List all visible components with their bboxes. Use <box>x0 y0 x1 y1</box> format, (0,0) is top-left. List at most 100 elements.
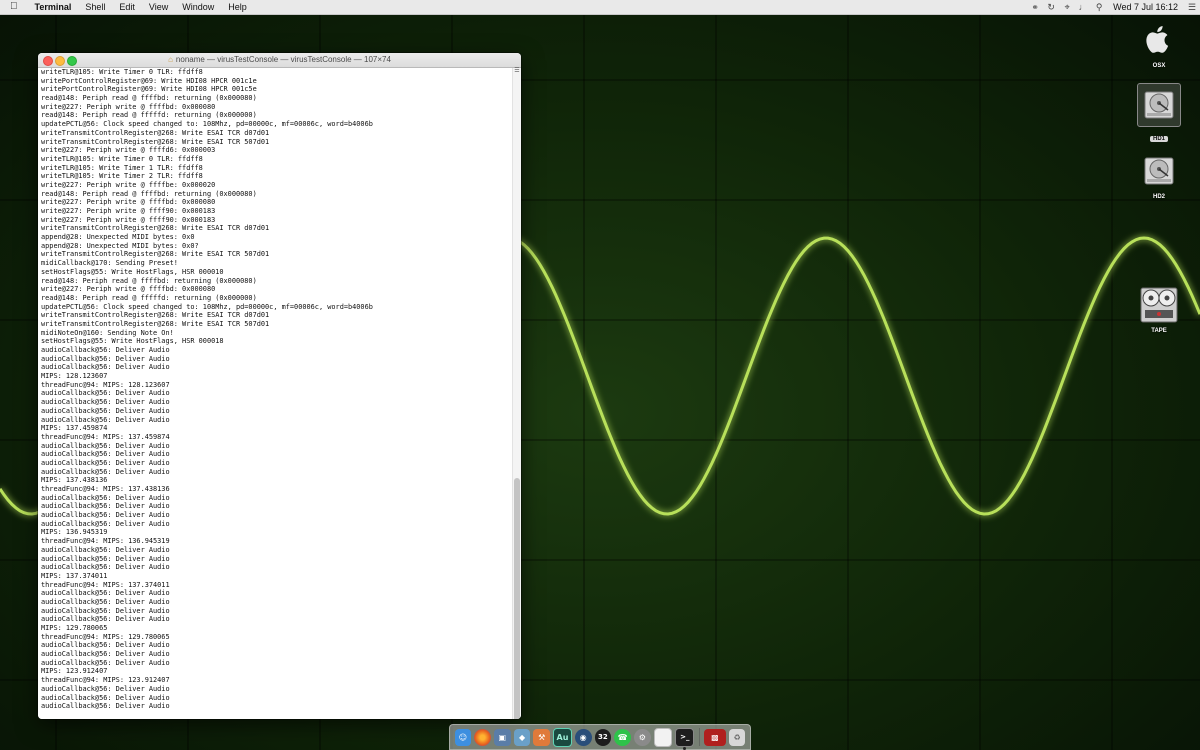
menu-edit[interactable]: Edit <box>112 0 142 14</box>
desktop-icon-label: HD2 <box>1152 194 1165 200</box>
window-title-bar[interactable]: ⌂ noname — virusTestConsole — virusTestCo… <box>38 53 521 68</box>
whatsapp-icon[interactable]: ☎ <box>614 728 631 746</box>
32-icon[interactable]: 32 <box>594 728 612 746</box>
trash-icon[interactable]: ♻ <box>728 728 746 746</box>
terminal-line: write@227: Periph write @ ffff90: 0x0001… <box>41 207 216 215</box>
volume-icon[interactable]: ♩ <box>1075 0 1091 14</box>
terminal-line: midiCallback@170: Sending Preset! <box>41 259 178 268</box>
terminal-window[interactable]: ⌂ noname — virusTestConsole — virusTestCo… <box>38 53 521 719</box>
terminal-line: writeTLR@105: Write Timer 0 TLR: ffdff8 <box>41 154 203 163</box>
menu-bar:  Terminal Shell Edit View Window Help ⚭… <box>0 0 1200 15</box>
terminal-line: MIPS: 129.780065 <box>41 624 108 632</box>
home-folder-icon: ⌂ <box>168 55 173 64</box>
terminal-line: audioCallback@56: Deliver Audio <box>41 354 170 363</box>
terminal-line: updatePCTL@56: Clock speed changed to: 1… <box>41 302 373 311</box>
finder-icon[interactable]: ☺ <box>454 728 472 746</box>
hard-disk-icon <box>1138 150 1180 192</box>
terminal-line: writeTransmitControlRegister@268: Write … <box>41 128 270 137</box>
terminal-line: write@227: Periph write @ ffffbd: 0x0000… <box>41 285 216 294</box>
scroll-up-icon[interactable]: ☰ <box>514 68 520 74</box>
terminal-line: audioCallback@56: Deliver Audio <box>41 693 170 702</box>
desktop-icon-label: OSX <box>1152 63 1166 69</box>
terminal-line: audioCallback@56: Deliver Audio <box>41 615 170 624</box>
terminal-line: audioCallback@56: Deliver Audio <box>41 658 170 667</box>
terminal-line: audioCallback@56: Deliver Audio <box>41 441 170 450</box>
terminal-line: audioCallback@56: Deliver Audio <box>41 502 170 511</box>
menu-clock[interactable]: Wed 7 Jul 16:12 <box>1107 0 1184 14</box>
terminal-line: audioCallback@56: Deliver Audio <box>41 458 170 467</box>
desktop-icon-osx[interactable]: OSX <box>1134 22 1184 69</box>
menu-view[interactable]: View <box>142 0 175 14</box>
terminal-line: updatePCTL@56: Clock speed changed to: 1… <box>41 120 373 129</box>
terminal-line: threadFunc@94: MIPS: 136.945319 <box>41 537 170 546</box>
terminal-line: audioCallback@56: Deliver Audio <box>41 415 170 424</box>
terminal-line: MIPS: 128.123607 <box>41 372 108 381</box>
terminal-line: writePortControlRegister@69: Write HDI08… <box>41 85 257 94</box>
kite-icon[interactable]: ◆ <box>513 728 531 746</box>
terminal-line: read@148: Periph read @ ffffbd: returnin… <box>41 189 257 198</box>
terminal-line: write@227: Periph write @ ffffbe: 0x0000… <box>41 180 216 189</box>
terminal-line: audioCallback@56: Deliver Audio <box>41 597 170 606</box>
terminal-line: MIPS: 123.912407 <box>41 667 108 676</box>
dj-disc-icon[interactable]: ◉ <box>574 728 592 746</box>
terminal-line: audioCallback@56: Deliver Audio <box>41 406 170 415</box>
terminal-line: threadFunc@94: MIPS: 137.459874 <box>41 432 170 441</box>
terminal-line: audioCallback@56: Deliver Audio <box>41 563 170 572</box>
synth-icon[interactable]: ▩ <box>704 728 726 746</box>
terminal-line: append@28: Unexpected MIDI bytes: 0x0 <box>41 233 195 242</box>
terminal-line: setHostFlags@55: Write HostFlags, HSR 00… <box>41 267 224 276</box>
notification-list-icon[interactable]: ☰ <box>1184 0 1200 14</box>
terminal-line: audioCallback@56: Deliver Audio <box>41 545 170 554</box>
terminal-line: write@227: Periph write @ ffffbd: 0x0000… <box>41 102 216 111</box>
terminal-line: audioCallback@56: Deliver Audio <box>41 467 170 476</box>
terminal-line: threadFunc@94: MIPS: 123.912407 <box>41 676 170 685</box>
search-icon[interactable]: ⚲ <box>1091 0 1107 14</box>
terminal-line: writeTransmitControlRegister@268: Write … <box>41 319 270 328</box>
terminal-line: writeTransmitControlRegister@268: Write … <box>41 311 270 320</box>
document-icon[interactable] <box>653 727 673 747</box>
terminal-line: midiNoteOn@160: Sending Note On! <box>41 328 174 337</box>
terminal-line: read@148: Periph read @ ffffbd: returnin… <box>41 276 257 285</box>
audition-icon[interactable]: Au <box>553 727 572 747</box>
terminal-line: threadFunc@94: MIPS: 137.374011 <box>41 580 170 589</box>
desktop-icon-hd2[interactable]: HD2 <box>1134 150 1184 200</box>
time-machine-icon[interactable]: ↻ <box>1043 0 1059 14</box>
terminal-output[interactable]: writeTLR@105: Write Timer 0 TLR: ffdff8 w… <box>38 68 513 719</box>
terminal-icon[interactable]: >_ <box>675 727 695 750</box>
gear-icon[interactable]: ⚙ <box>633 728 651 746</box>
terminal-line: audioCallback@56: Deliver Audio <box>41 493 170 502</box>
terminal-line: writeTLR@105: Write Timer 0 TLR: ffdff8 <box>41 68 203 76</box>
terminal-line: audioCallback@56: Deliver Audio <box>41 346 170 354</box>
apple-logo-icon <box>1134 22 1184 61</box>
terminal-line: threadFunc@94: MIPS: 137.438136 <box>41 485 170 493</box>
terminal-line: MIPS: 137.374011 <box>41 571 108 580</box>
menu-help[interactable]: Help <box>221 0 254 14</box>
scrollbar-thumb[interactable] <box>514 478 520 719</box>
creative-cloud-icon[interactable]: ⚭ <box>1027 0 1043 14</box>
preview-icon[interactable]: ▣ <box>493 728 511 746</box>
terminal-line: write@227: Periph write @ ffffd6: 0x0000… <box>41 146 216 155</box>
tape-reel-icon <box>1138 284 1180 326</box>
dock: ☺ ▣ ◆ ⚒ Au ◉ 32 ☎ ⚙ >_ ▩ ♻ <box>449 724 751 750</box>
wrench-icon[interactable]: ⚒ <box>533 728 551 746</box>
dock-separator <box>698 728 700 746</box>
menu-shell[interactable]: Shell <box>78 0 112 14</box>
menu-app-name[interactable]: Terminal <box>28 0 79 14</box>
firefox-icon[interactable] <box>474 728 491 746</box>
window-title-wrap: ⌂ noname — virusTestConsole — virusTestCo… <box>38 53 521 67</box>
wifi-icon[interactable]: ⌖ <box>1059 0 1075 14</box>
terminal-line: MIPS: 137.459874 <box>41 424 108 433</box>
desktop-icon-hd1[interactable]: HD1 <box>1134 83 1184 145</box>
apple-icon[interactable]:  <box>0 0 28 14</box>
terminal-line: append@28: Unexpected MIDI bytes: 0x0? <box>41 241 199 250</box>
terminal-line: audioCallback@56: Deliver Audio <box>41 684 170 693</box>
running-indicator <box>683 746 687 750</box>
menu-window[interactable]: Window <box>175 0 221 14</box>
terminal-line: writeTransmitControlRegister@268: Write … <box>41 224 270 233</box>
terminal-line: read@148: Periph read @ fffffd: returnin… <box>41 293 257 302</box>
terminal-line: MIPS: 137.438136 <box>41 476 108 485</box>
terminal-line: writeTLR@105: Write Timer 2 TLR: ffdff8 <box>41 172 203 181</box>
terminal-line: writePortControlRegister@69: Write HDI08… <box>41 76 257 85</box>
terminal-line: audioCallback@56: Deliver Audio <box>41 398 170 407</box>
desktop-icon-tape[interactable]: TAPE <box>1134 284 1184 334</box>
